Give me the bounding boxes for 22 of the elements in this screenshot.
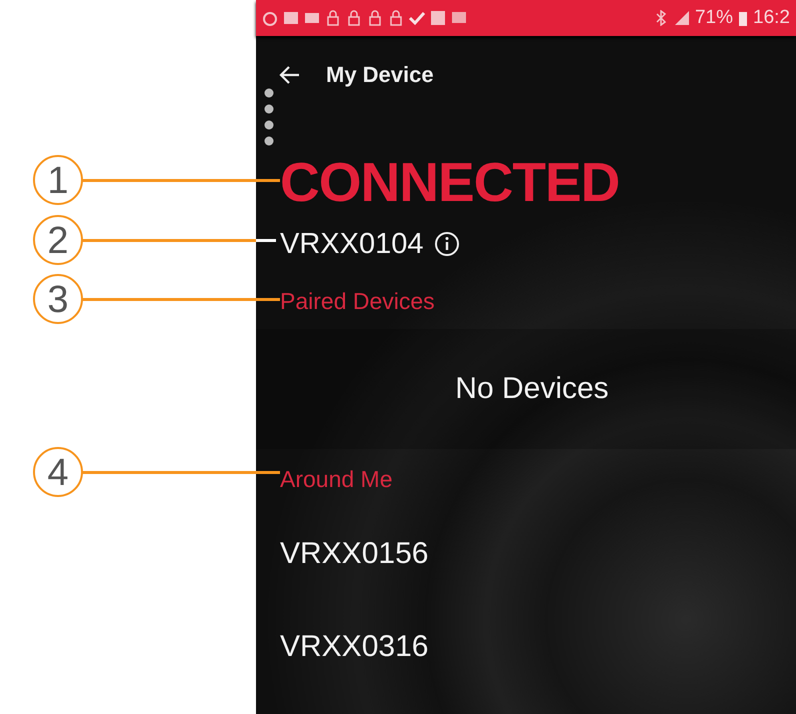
device-list-item[interactable]: VRXX0156 [280, 507, 796, 600]
lock-icon [346, 10, 362, 26]
lock-icon [367, 10, 383, 26]
signal-icon [674, 10, 690, 26]
check-icon [409, 10, 425, 26]
back-arrow-icon[interactable] [278, 65, 300, 85]
callout-number: 4 [33, 447, 83, 497]
callout-number: 2 [33, 215, 83, 265]
connection-status: CONNECTED [280, 150, 620, 215]
screen-title: My Device [326, 62, 434, 88]
section-heading: Around Me [280, 465, 394, 494]
battery-icon [738, 10, 748, 26]
connected-device-name: VRXX0104 [280, 228, 424, 260]
clock-time: 16:2 [753, 7, 790, 29]
lock-icon [388, 10, 404, 26]
section-heading: Paired Devices [280, 287, 436, 316]
info-icon[interactable] [434, 231, 460, 257]
callout-number: 1 [33, 155, 83, 205]
lock-icon [325, 10, 341, 26]
callout-number: 3 [33, 274, 83, 324]
device-list-item[interactable]: VRXX0316 [280, 600, 796, 693]
battery-percent: 71% [694, 7, 734, 29]
